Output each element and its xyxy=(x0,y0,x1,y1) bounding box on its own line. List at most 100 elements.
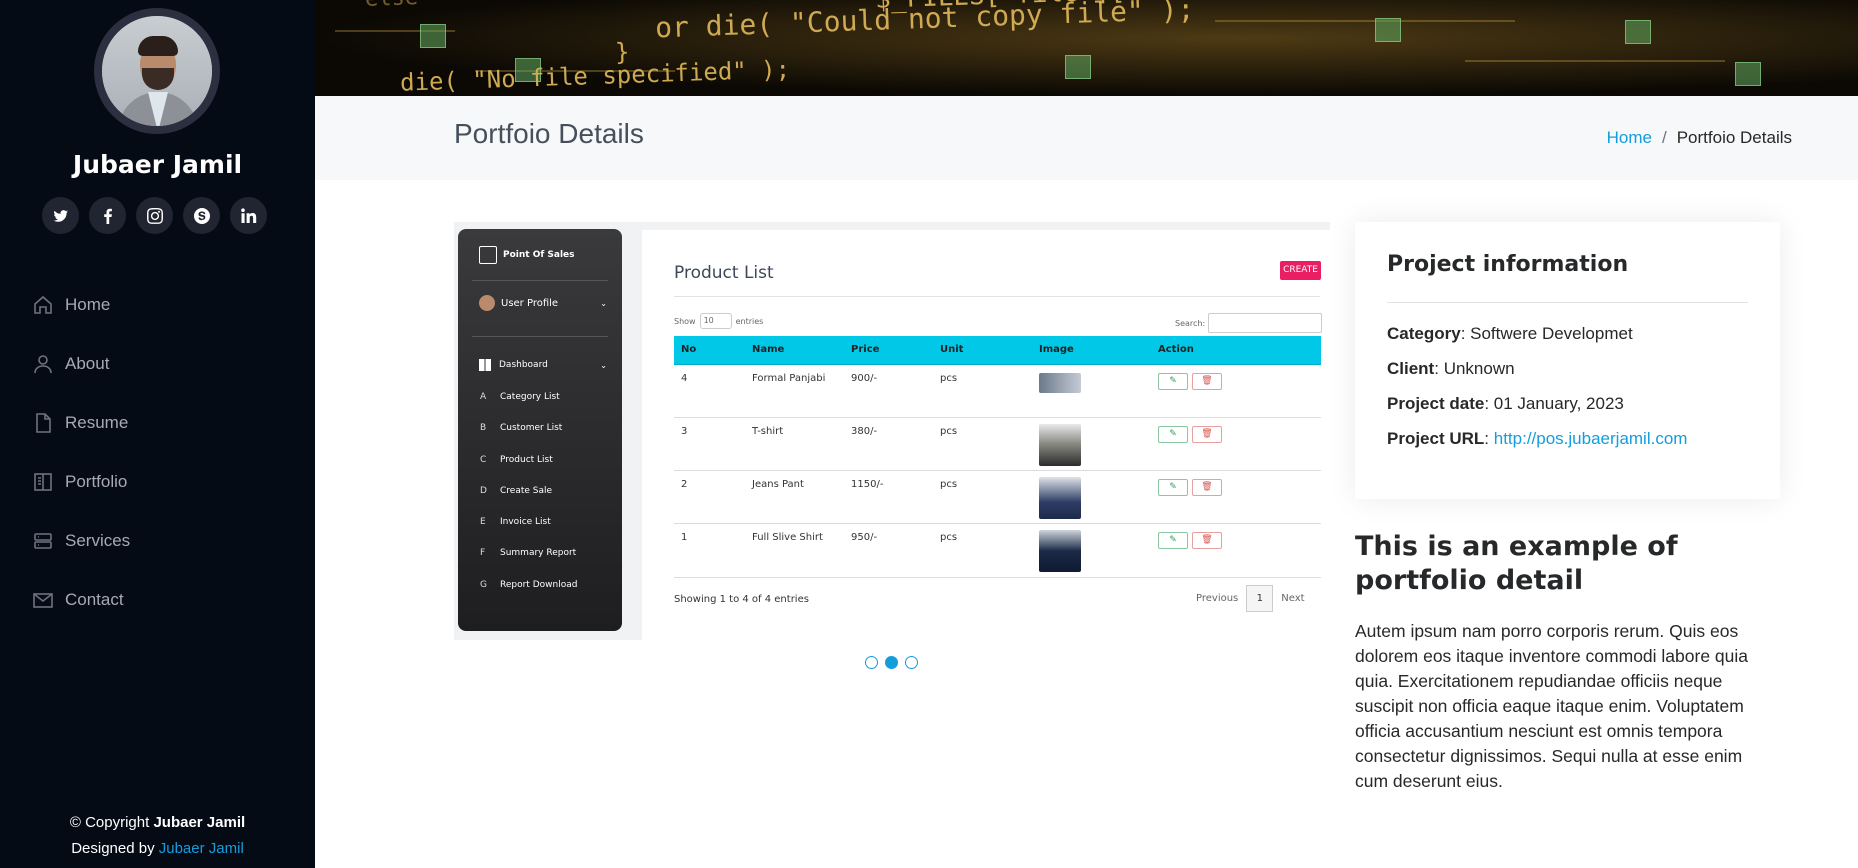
chevron-down-icon: ⌄ xyxy=(600,298,607,308)
slider-dot-active[interactable] xyxy=(885,656,898,669)
app-user-profile: User Profile ⌄ xyxy=(479,295,607,311)
facebook-link[interactable] xyxy=(89,197,126,234)
hero-code-line: } xyxy=(614,37,630,67)
description-text: Autem ipsum nam porro corporis rerum. Qu… xyxy=(1355,621,1749,791)
slider-dot[interactable] xyxy=(865,656,878,669)
page-title: Portfoio Details xyxy=(454,118,644,149)
app-menu-label: Invoice List xyxy=(500,517,551,528)
cell-image xyxy=(1032,364,1151,418)
app-menu-label: Report Download xyxy=(500,579,578,590)
app-dashboard-label: Dashboard xyxy=(499,360,548,370)
person-icon xyxy=(34,354,52,373)
table-header-row: No Name Price Unit Image Action xyxy=(674,336,1321,365)
cell-no: 1 xyxy=(674,523,745,578)
create-button: CREATE xyxy=(1280,261,1321,280)
column-header: Price xyxy=(844,336,933,365)
nav-item-home[interactable]: Home xyxy=(32,275,130,334)
breadcrumb-home-link[interactable]: Home xyxy=(1607,128,1652,147)
project-info-card: Project information Category: Softwere D… xyxy=(1355,222,1780,499)
product-thumbnail xyxy=(1039,477,1081,520)
instagram-link[interactable] xyxy=(136,197,173,234)
info-value: Unknown xyxy=(1443,359,1515,378)
copyright-name: Jubaer Jamil xyxy=(153,814,246,831)
home-icon xyxy=(34,295,52,314)
nav-item-services[interactable]: Services xyxy=(32,511,130,570)
cell-action: ✎ 🗑 xyxy=(1151,470,1321,525)
skype-icon xyxy=(193,207,210,224)
info-label: Category xyxy=(1387,324,1461,343)
column-header: Image xyxy=(1032,336,1151,365)
cell-name: Formal Panjabi xyxy=(745,364,844,418)
breadcrumbs-bar: Portfoio Details Home / Portfoio Details xyxy=(315,96,1858,180)
app-menu-letter: E xyxy=(480,517,486,528)
nav-item-label: Contact xyxy=(65,589,124,609)
cell-name: Full Slive Shirt xyxy=(745,523,844,578)
app-menu-letter: A xyxy=(480,392,487,402)
column-header: Name xyxy=(745,336,844,365)
app-menu-letter: C xyxy=(480,454,487,465)
trash-icon: 🗑 xyxy=(1192,372,1222,390)
app-menu-label: Customer List xyxy=(500,423,563,434)
credits-prefix: Designed by xyxy=(71,840,159,857)
entries-label: entries xyxy=(735,316,764,326)
nav-item-portfolio[interactable]: Portfolio xyxy=(32,452,130,511)
portfolio-slider-image[interactable]: Point Of Sales User Profile ⌄ Dashboard … xyxy=(454,222,1330,640)
cell-no: 4 xyxy=(674,364,745,418)
description-heading: This is an example of portfolio detail xyxy=(1355,531,1678,596)
main-nav: Home About Resume Portfolio Services Con… xyxy=(32,275,130,629)
project-url-link[interactable]: http://pos.jubaerjamil.com xyxy=(1494,429,1688,448)
cell-unit: pcs xyxy=(933,364,1032,418)
nav-item-about[interactable]: About xyxy=(32,334,130,393)
instagram-icon xyxy=(146,207,163,224)
project-date: Project date: 01 January, 2023 xyxy=(1387,394,1624,413)
app-sidebar: Point Of Sales User Profile ⌄ Dashboard … xyxy=(458,229,622,631)
table-info: Showing 1 to 4 of 4 entries xyxy=(674,594,809,605)
edit-icon: ✎ xyxy=(1158,372,1188,390)
cell-name: T-shirt xyxy=(745,417,844,472)
app-menu-item: C Product List xyxy=(480,455,577,486)
product-table: No Name Price Unit Image Action 4 Formal… xyxy=(674,336,1321,578)
nav-item-label: Portfolio xyxy=(65,471,128,491)
slider-pagination xyxy=(865,656,918,669)
app-user-label: User Profile xyxy=(501,297,559,309)
cell-unit: pcs xyxy=(933,470,1032,525)
facebook-icon xyxy=(103,208,112,224)
column-header: Action xyxy=(1151,336,1321,365)
twitter-link[interactable] xyxy=(42,197,79,234)
info-value: 01 January, 2023 xyxy=(1493,394,1624,413)
slider-dot[interactable] xyxy=(905,656,918,669)
app-menu-label: Product List xyxy=(500,454,553,465)
credits-link[interactable]: Jubaer Jamil xyxy=(159,840,244,857)
cell-action: ✎ 🗑 xyxy=(1151,364,1321,418)
nav-item-contact[interactable]: Contact xyxy=(32,570,130,629)
product-thumbnail xyxy=(1039,372,1081,393)
app-menu-item: B Customer List xyxy=(480,423,577,454)
envelope-icon xyxy=(33,592,53,608)
cell-price: 380/- xyxy=(844,417,933,472)
app-menu-item: G Report Download xyxy=(480,580,577,611)
profile-name[interactable]: Jubaer Jamil xyxy=(0,150,315,179)
product-thumbnail xyxy=(1039,530,1081,573)
app-menu-label: Category List xyxy=(500,392,560,402)
app-menu-letter: F xyxy=(480,548,486,559)
cell-no: 2 xyxy=(674,470,745,525)
nav-item-label: Home xyxy=(65,294,111,314)
entries-control: Show 10 entries xyxy=(674,313,763,329)
linkedin-link[interactable] xyxy=(230,197,267,234)
skype-link[interactable] xyxy=(183,197,220,234)
sidebar: Jubaer Jamil Home About Resume Portfolio… xyxy=(0,0,315,868)
entries-select: 10 xyxy=(699,313,732,329)
project-info-list: Category: Softwere Developmet Client: Un… xyxy=(1387,324,1687,464)
project-client: Client: Unknown xyxy=(1387,359,1515,378)
nav-item-label: Services xyxy=(65,530,131,550)
project-url: Project URL: http://pos.jubaerjamil.com xyxy=(1387,429,1688,448)
nav-item-resume[interactable]: Resume xyxy=(32,393,130,452)
cell-image xyxy=(1032,417,1151,472)
app-dashboard: Dashboard ⌄ xyxy=(479,359,607,371)
info-value: Softwere Developmet xyxy=(1470,324,1633,343)
table-row: 3 T-shirt 380/- pcs ✎ 🗑 xyxy=(674,417,1321,472)
cell-unit: pcs xyxy=(933,523,1032,578)
cell-price: 1150/- xyxy=(844,470,933,525)
copyright: © Copyright Jubaer Jamil xyxy=(0,810,315,836)
hero-banner: or die( "Could not copy file" ); die( "N… xyxy=(315,0,1858,96)
